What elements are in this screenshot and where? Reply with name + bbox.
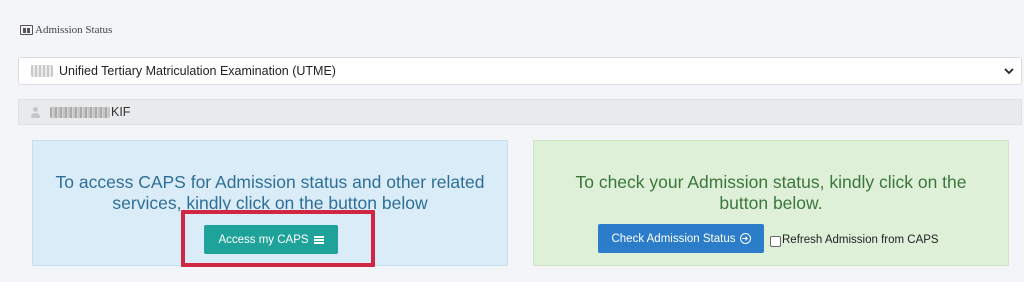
candidate-name-suffix: KIF xyxy=(111,105,131,119)
id-card-icon xyxy=(20,25,33,35)
exam-type-select[interactable]: Unified Tertiary Matriculation Examinati… xyxy=(18,57,1022,85)
arrow-right-circle-icon: ➜ xyxy=(739,233,751,244)
user-icon xyxy=(31,106,40,118)
page-title: Admission Status xyxy=(35,24,113,36)
candidate-name-field: KIF xyxy=(18,99,1022,125)
chevron-down-icon xyxy=(1004,68,1014,75)
exam-type-selected: Unified Tertiary Matriculation Examinati… xyxy=(59,64,336,78)
status-message: To check your Admission status, kindly c… xyxy=(575,172,967,213)
access-caps-label: Access my CAPS xyxy=(218,233,309,246)
redacted-prefix xyxy=(31,65,53,77)
redacted-name xyxy=(50,106,110,118)
refresh-admission-option[interactable]: Refresh Admission from CAPS xyxy=(770,232,939,247)
list-icon xyxy=(313,235,324,244)
refresh-label: Refresh Admission from CAPS xyxy=(782,233,939,246)
check-admission-status-button[interactable]: Check Admission Status ➜ xyxy=(598,224,764,253)
status-panel: To check your Admission status, kindly c… xyxy=(533,140,1009,266)
caps-message: To access CAPS for Admission status and … xyxy=(55,172,485,213)
caps-panel: To access CAPS for Admission status and … xyxy=(32,140,508,267)
page-header: Admission Status xyxy=(20,24,112,36)
check-admission-label: Check Admission Status xyxy=(611,232,736,245)
refresh-checkbox[interactable] xyxy=(770,236,781,247)
access-caps-button[interactable]: Access my CAPS xyxy=(204,225,338,254)
